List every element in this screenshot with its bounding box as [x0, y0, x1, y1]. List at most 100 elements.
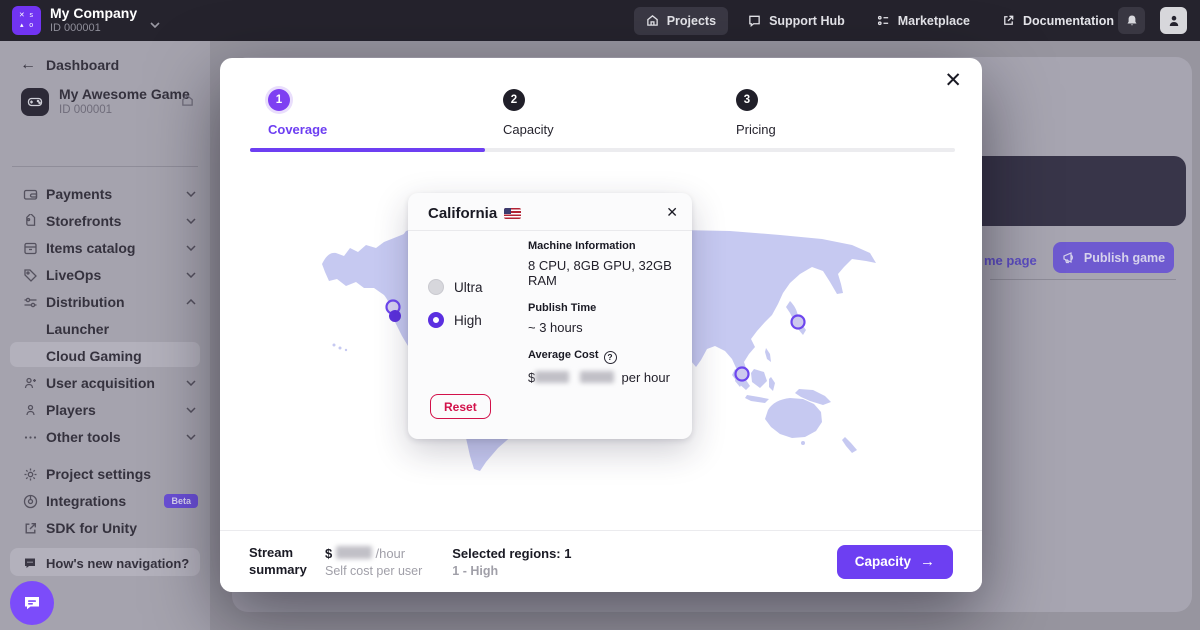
sidebar-item-liveops[interactable]: LiveOps [0, 262, 210, 288]
step-coverage[interactable]: 1 Coverage [268, 89, 290, 111]
divider [12, 166, 198, 167]
chat-bubble-icon [21, 556, 39, 570]
publish-game-button[interactable]: Publish game [1053, 242, 1174, 273]
game-name: My Awesome Game [59, 86, 190, 102]
sidebar-item-user-acquisition[interactable]: User acquisition [0, 370, 210, 396]
sidebar-item-project-settings[interactable]: Project settings [0, 461, 210, 487]
step-number: 2 [503, 89, 525, 111]
megaphone-icon [1062, 251, 1076, 264]
close-icon[interactable]: ✕ [666, 204, 678, 221]
map-australia [765, 398, 822, 438]
region-card-details: Machine Information 8 CPU, 8GB GPU, 32GB… [528, 240, 692, 399]
nav-support-hub[interactable]: Support Hub [736, 7, 857, 35]
company-logo[interactable]: ✕s▴o [12, 6, 41, 35]
home-icon [646, 14, 659, 27]
logo-glyph: s [30, 12, 34, 19]
box-icon [21, 241, 39, 256]
sidebar-item-integrations[interactable]: Integrations Beta [0, 488, 210, 514]
publish-game-label: Publish game [1084, 251, 1165, 265]
external-link-icon [1002, 14, 1015, 27]
sidebar-item-storefronts[interactable]: Storefronts [0, 208, 210, 234]
tag-icon [21, 268, 39, 283]
company-switcher[interactable]: My Company ID 000001 [50, 5, 137, 34]
masked-price [580, 371, 614, 383]
region-card-title: California [428, 205, 521, 222]
user-icon [1167, 14, 1181, 28]
sidebar-item-players[interactable]: Players [0, 397, 210, 423]
self-cost-caption: Self cost per user [325, 564, 422, 578]
list-icon [877, 14, 890, 27]
region-dot-singapore[interactable] [736, 368, 749, 381]
masked-price [336, 546, 372, 559]
quality-option-ultra[interactable]: Ultra [428, 279, 483, 295]
publish-time-label: Publish Time [528, 302, 692, 314]
logo-glyph: o [29, 22, 33, 29]
back-label: Dashboard [46, 57, 119, 73]
nav-label: Support Hub [769, 14, 845, 28]
reset-button[interactable]: Reset [430, 394, 491, 419]
game-id: ID 000001 [59, 104, 112, 116]
close-icon[interactable]: ✕ [944, 70, 962, 91]
selected-regions-block: Selected regions: 1 1 - High [452, 546, 571, 578]
stream-summary-bar: Stream summary $ /hour Self cost per use… [220, 530, 982, 592]
chat-bubble-icon [22, 593, 42, 613]
publish-time-value: ~ 3 hours [528, 320, 692, 335]
sidebar-game-card[interactable]: My Awesome Game ID 000001 [0, 86, 210, 130]
sidebar-item-distribution[interactable]: Distribution [0, 289, 210, 315]
nav-label: Documentation [1023, 14, 1114, 28]
whats-new-navigation-row[interactable]: How's new navigation? [0, 550, 210, 576]
region-dot-japan[interactable] [792, 316, 805, 329]
step-label: Capacity [503, 122, 554, 137]
step-capacity[interactable]: 2 Capacity [503, 89, 525, 111]
sliders-icon [21, 295, 39, 310]
nav-projects[interactable]: Projects [634, 7, 728, 35]
nav-documentation[interactable]: Documentation [990, 7, 1126, 35]
sidebar-item-items-catalog[interactable]: Items catalog [0, 235, 210, 261]
map-philippines [765, 348, 771, 362]
sidebar-back-dashboard[interactable]: ← Dashboard [0, 52, 210, 78]
quality-option-high[interactable]: High [428, 312, 482, 328]
tag-icon [21, 214, 39, 229]
divider [408, 230, 692, 231]
sidebar-item-payments[interactable]: Payments [0, 181, 210, 207]
step-label: Pricing [736, 122, 776, 137]
sidebar-item-launcher[interactable]: Launcher [0, 316, 210, 342]
region-dot-california-selected[interactable] [389, 310, 401, 322]
stepper-progress-track [250, 148, 955, 152]
logo-glyph: ✕ [19, 12, 25, 19]
account-button[interactable] [1160, 7, 1187, 34]
map-borneo [751, 369, 767, 388]
machine-info-label: Machine Information [528, 240, 692, 252]
us-flag-icon [504, 208, 521, 219]
step-pricing[interactable]: 3 Pricing [736, 89, 758, 111]
step-number: 1 [268, 89, 290, 111]
beta-badge: Beta [164, 494, 198, 508]
radio-unselected[interactable] [428, 279, 444, 295]
home-icon[interactable] [181, 94, 194, 112]
chevron-up-icon [186, 299, 196, 305]
game-page-link[interactable]: me page [984, 253, 1037, 268]
chevron-down-icon [186, 218, 196, 224]
ellipsis-icon [21, 430, 39, 445]
next-step-capacity-button[interactable]: Capacity → [837, 545, 953, 579]
map-new-zealand [842, 437, 857, 453]
sidebar-item-other-tools[interactable]: Other tools [0, 424, 210, 450]
notifications-button[interactable] [1118, 7, 1145, 34]
nav-marketplace[interactable]: Marketplace [865, 7, 982, 35]
bell-icon [1125, 14, 1139, 28]
selected-regions-detail: 1 - High [452, 564, 571, 578]
nav-label: Projects [667, 14, 716, 28]
top-bar: ✕s▴o My Company ID 000001 Projects Suppo… [0, 0, 1200, 41]
wallet-icon [21, 187, 39, 202]
machine-info-value: 8 CPU, 8GB GPU, 32GB RAM [528, 258, 692, 288]
sidebar-item-sdk-for-unity[interactable]: SDK for Unity [0, 515, 210, 541]
radio-selected[interactable] [428, 312, 444, 328]
chevron-down-icon[interactable] [150, 15, 160, 33]
average-cost-label: Average Cost? [528, 349, 692, 364]
user-icon [21, 403, 39, 418]
help-icon[interactable]: ? [604, 351, 617, 364]
user-plus-icon [21, 376, 39, 391]
support-chat-launcher[interactable] [10, 581, 54, 625]
top-nav: Projects Support Hub Marketplace Documen… [634, 0, 1126, 41]
sidebar-item-cloud-gaming[interactable]: Cloud Gaming [0, 343, 210, 369]
